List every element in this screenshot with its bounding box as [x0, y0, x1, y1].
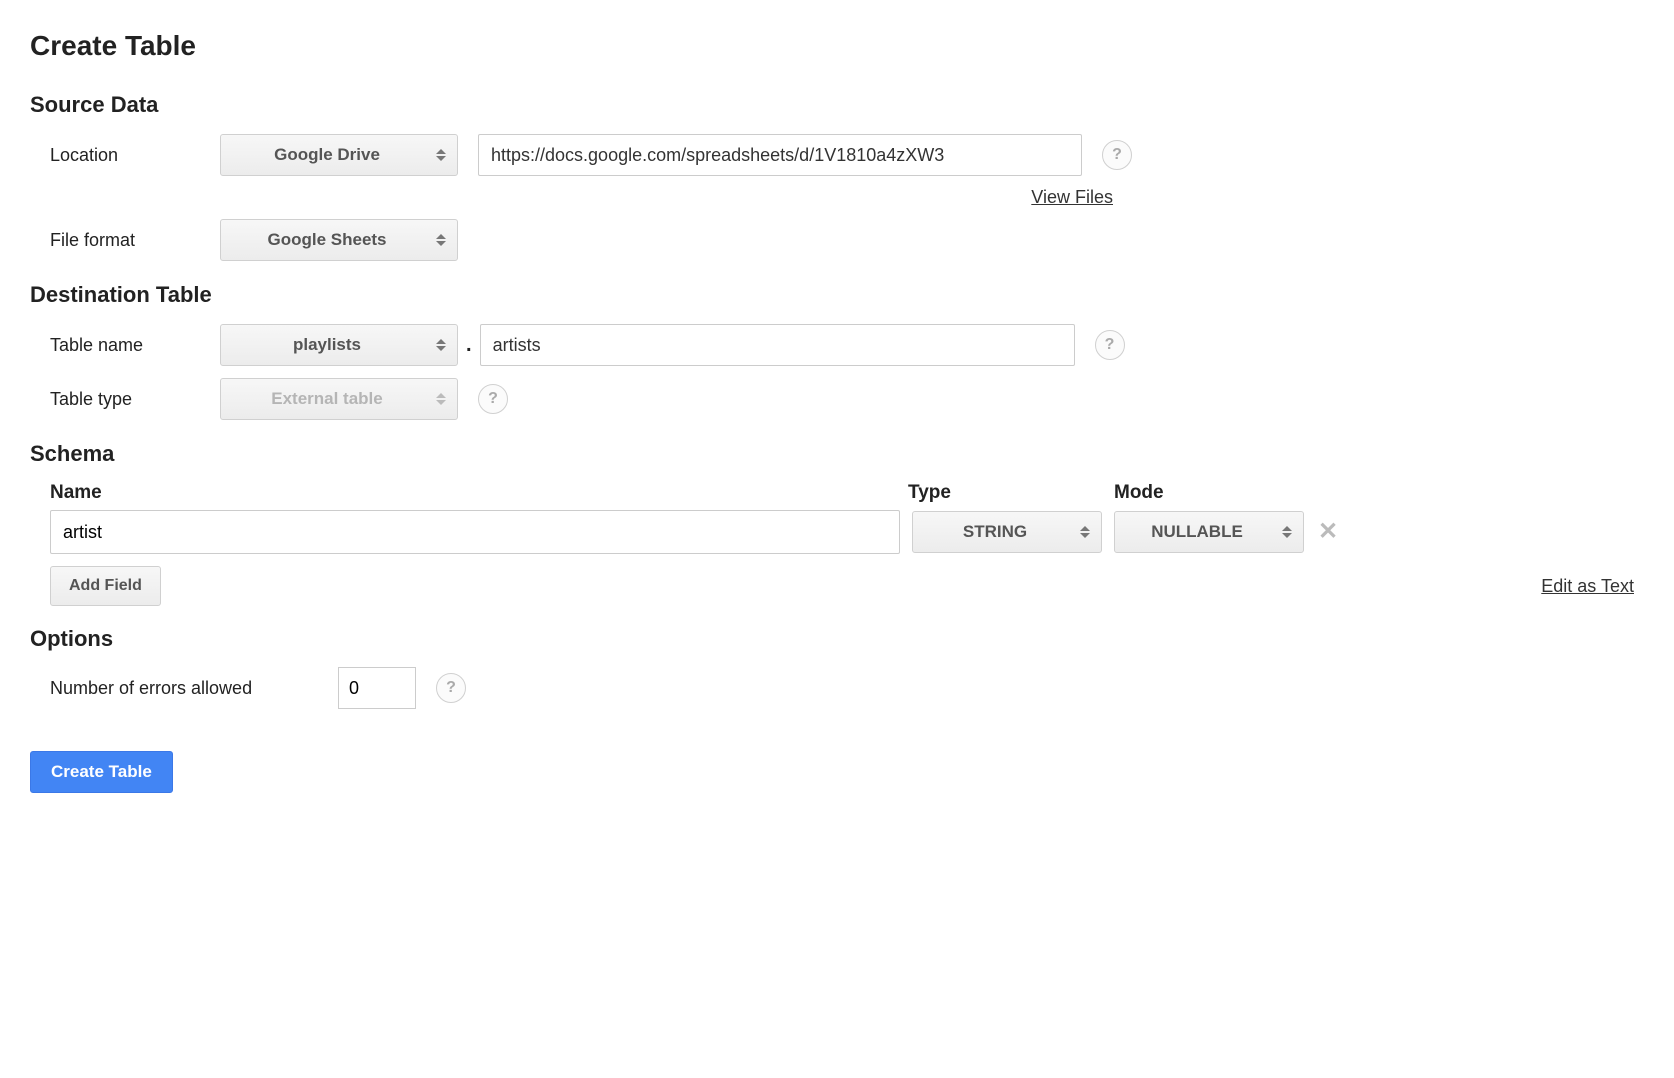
location-select[interactable]: Google Drive [220, 134, 458, 176]
file-format-select[interactable]: Google Sheets [220, 219, 458, 261]
dot-separator: . [466, 334, 472, 357]
updown-icon [1281, 526, 1293, 538]
location-label: Location [50, 145, 220, 166]
updown-icon [435, 339, 447, 351]
schema-field-type-select[interactable]: STRING [912, 511, 1102, 553]
errors-allowed-label: Number of errors allowed [50, 678, 338, 699]
help-icon[interactable]: ? [478, 384, 508, 414]
help-icon[interactable]: ? [1102, 140, 1132, 170]
dataset-select-value: playlists [293, 335, 361, 355]
remove-field-icon[interactable]: ✕ [1318, 520, 1338, 544]
schema-field-mode-value: NULLABLE [1151, 522, 1243, 542]
schema-header-mode: Mode [1114, 482, 1320, 504]
section-source-data: Source Data [30, 92, 1644, 118]
schema-field-mode-select[interactable]: NULLABLE [1114, 511, 1304, 553]
schema-field-name-input[interactable] [50, 510, 900, 554]
table-type-select: External table [220, 378, 458, 420]
table-name-label: Table name [50, 335, 220, 356]
source-url-input[interactable] [478, 134, 1082, 176]
section-destination-table: Destination Table [30, 282, 1644, 308]
updown-icon [435, 149, 447, 161]
schema-header-type: Type [908, 482, 1114, 504]
page-title: Create Table [30, 30, 1644, 62]
schema-header-name: Name [50, 482, 908, 504]
table-type-select-value: External table [271, 389, 383, 409]
schema-row: STRING NULLABLE ✕ [50, 510, 1644, 554]
file-format-label: File format [50, 230, 220, 251]
help-icon[interactable]: ? [436, 673, 466, 703]
dataset-select[interactable]: playlists [220, 324, 458, 366]
table-name-input[interactable] [480, 324, 1075, 366]
help-icon[interactable]: ? [1095, 330, 1125, 360]
add-field-button[interactable]: Add Field [50, 566, 161, 606]
table-type-label: Table type [50, 389, 220, 410]
section-options: Options [30, 626, 1644, 652]
create-table-button[interactable]: Create Table [30, 751, 173, 793]
view-files-link[interactable]: View Files [1031, 187, 1113, 207]
updown-icon [1079, 526, 1091, 538]
errors-allowed-input[interactable] [338, 667, 416, 709]
edit-as-text-link[interactable]: Edit as Text [1541, 576, 1634, 596]
updown-icon [435, 234, 447, 246]
section-schema: Schema [30, 441, 1644, 467]
file-format-select-value: Google Sheets [267, 230, 386, 250]
updown-icon [435, 393, 447, 405]
location-select-value: Google Drive [274, 145, 380, 165]
schema-field-type-value: STRING [963, 522, 1027, 542]
